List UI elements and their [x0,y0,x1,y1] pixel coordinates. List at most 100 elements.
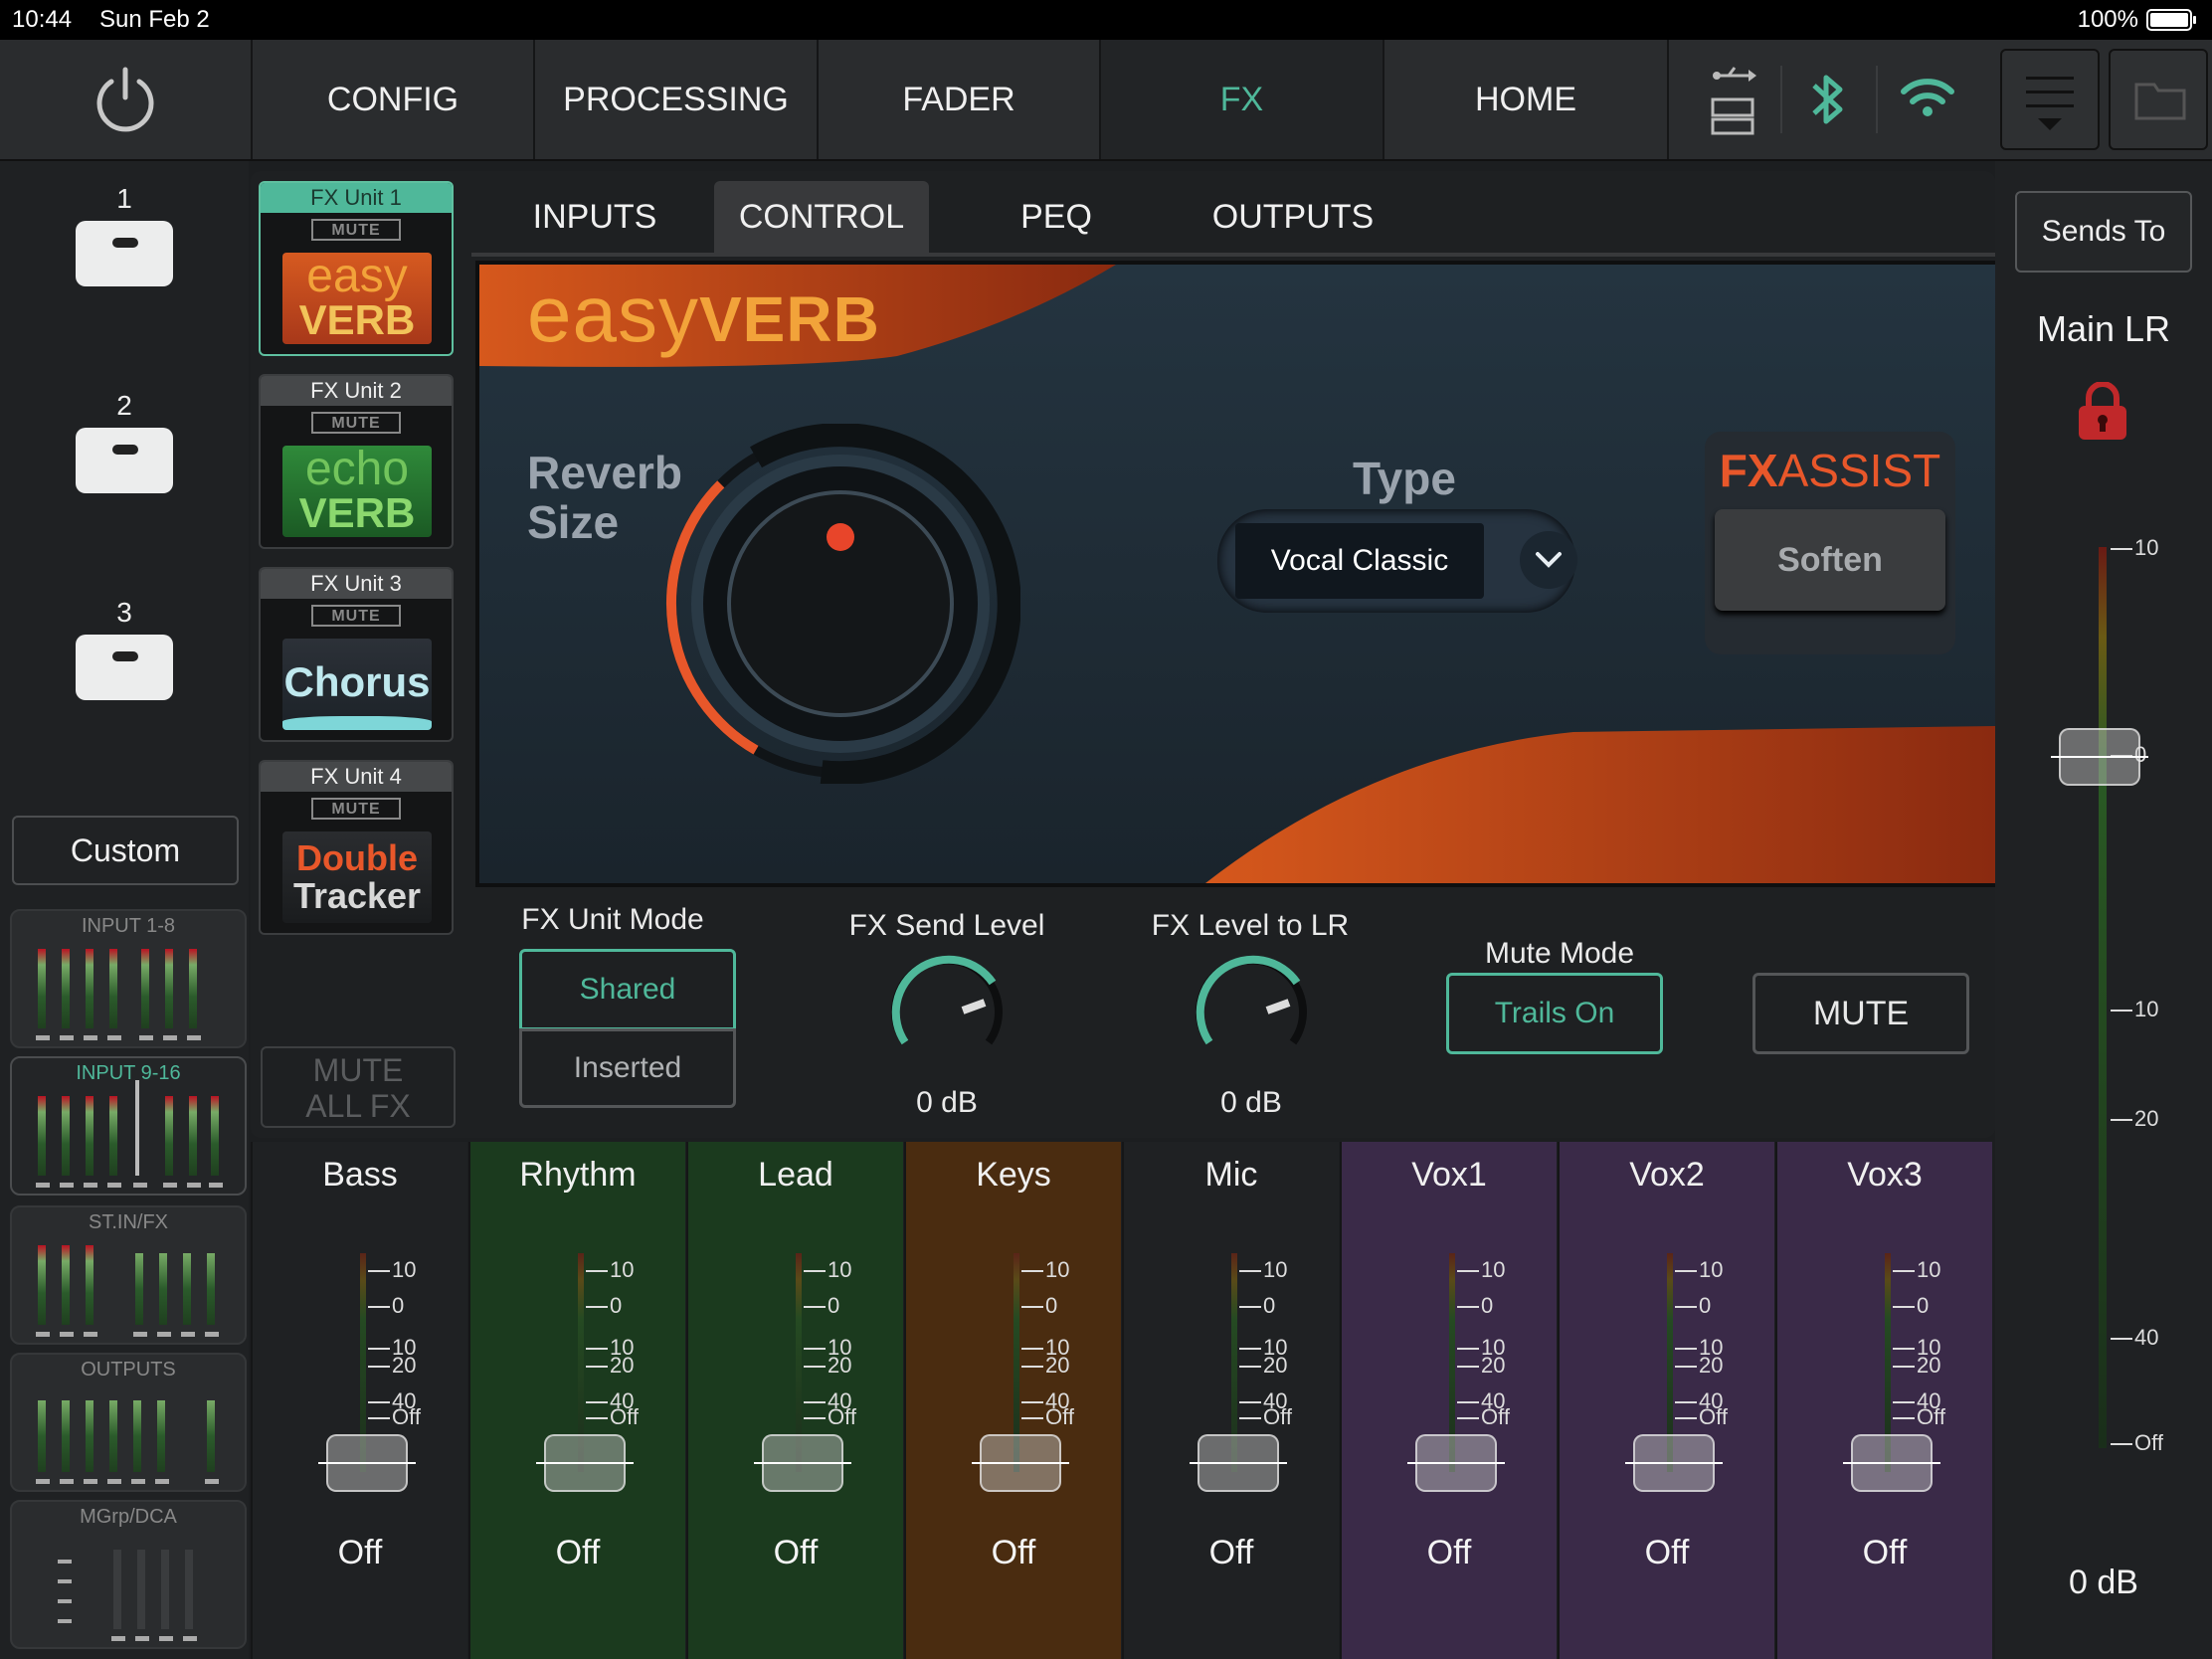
bank-marker [58,1599,72,1603]
channel-fader[interactable] [318,1434,416,1492]
fx-level-to-lr-value: 0 dB [1220,1086,1282,1119]
fx-unit-mute[interactable]: MUTE [311,605,401,627]
plugin-brand: easyVERB [527,269,880,360]
left-column: 1 2 3 Custom INPUT 1-8 INPUT 9-16 ST.IN/… [0,161,249,1659]
menu-button[interactable] [1997,40,2103,159]
subtab-outputs[interactable]: OUTPUTS [1194,181,1392,253]
main-scale-tick: 20 [2111,1106,2158,1132]
channel-scale-tick: 20 [1457,1353,1505,1379]
mode-shared-button[interactable]: Shared [519,949,736,1030]
channel-name: Vox1 [1411,1156,1487,1194]
fx-level-to-lr-knob[interactable] [1182,947,1321,1066]
bank-meter [84,1400,97,1484]
channel-scale-tick: 0 [804,1293,839,1319]
tab-fx[interactable]: FX [1099,40,1382,159]
easyverb-plugin: easyVERB Reverb Size Type Vocal Classic … [475,261,1999,887]
channel-fader-value: Off [1208,1534,1254,1571]
subtab-peq[interactable]: PEQ [987,181,1126,253]
channel-fader-value: Off [1862,1534,1908,1571]
mode-inserted-button[interactable]: Inserted [519,1028,736,1108]
channel-fader-value: Off [773,1534,819,1571]
channel-fader[interactable] [1407,1434,1505,1492]
menu-icon [2000,49,2100,150]
scene-button-3[interactable] [76,635,173,700]
bank-input-9-16[interactable]: INPUT 9-16 [10,1056,247,1196]
bank-meter [159,1550,173,1641]
bank-outputs[interactable]: OUTPUTS [10,1353,247,1492]
fx-unit-1[interactable]: FX Unit 1 MUTE easy VERB [259,181,454,356]
channel-strip[interactable]: Lead 10 0 10 20 40 Off Off [686,1142,903,1659]
soften-button[interactable]: Soften [1715,509,1945,611]
main-fader[interactable] [2051,728,2148,786]
fx-unit-3[interactable]: FX Unit 3 MUTE Chorus [259,567,454,742]
status-time: 10:44 [12,6,73,33]
channel-fader[interactable] [1190,1434,1287,1492]
bank-marker [58,1619,72,1623]
sends-to-button[interactable]: Sends To [2015,191,2192,273]
subtab-control[interactable]: CONTROL [714,181,929,253]
bank-input-1-8[interactable]: INPUT 1-8 [10,909,247,1048]
channel-fader[interactable] [536,1434,634,1492]
tab-processing[interactable]: PROCESSING [533,40,817,159]
logo-line-b: VERB [298,296,416,343]
fxassist-title-b: ASSIST [1777,445,1941,496]
logo-line-b: VERB [298,489,416,536]
channel-fader[interactable] [972,1434,1069,1492]
channel-scale-tick: 0 [368,1293,404,1319]
mute-all-fx-button[interactable]: MUTE ALL FX [261,1046,456,1128]
bank-meter [187,949,201,1040]
channel-strip[interactable]: Vox3 10 0 10 20 40 Off Off [1775,1142,1992,1659]
channel-scale-tick: 20 [1239,1353,1287,1379]
fx-send-level-label: FX Send Level [848,909,1045,942]
fx-unit-2[interactable]: FX Unit 2 MUTE echo VERB [259,374,454,549]
folder-button[interactable] [2105,40,2212,159]
channel-fader-value: Off [555,1534,601,1571]
bank-meter [107,1096,121,1188]
fx-unit-4[interactable]: FX Unit 4 MUTE Double Tracker [259,760,454,935]
channel-strip[interactable]: Rhythm 10 0 10 20 40 Off Off [468,1142,685,1659]
custom-button[interactable]: Custom [12,816,239,885]
top-navigation: CONFIG PROCESSING FADER FX HOME [0,40,2212,161]
channel-strip[interactable]: Vox1 10 0 10 20 40 Off Off [1340,1142,1557,1659]
type-label: Type [1353,453,1456,504]
channel-strip[interactable]: Keys 10 0 10 20 40 Off Off [904,1142,1121,1659]
channel-strip[interactable]: Vox2 10 0 10 20 40 Off Off [1558,1142,1774,1659]
channel-scale-tick: 20 [586,1353,634,1379]
fx-unit-mute[interactable]: MUTE [311,219,401,241]
battery-indicator: 100% [2078,6,2196,34]
chevron-down-icon[interactable] [1520,531,1577,589]
bank-mgrp-dca[interactable]: MGrp/DCA [10,1500,247,1649]
scene-button-2[interactable] [76,428,173,493]
fx-send-level-knob[interactable] [877,947,1016,1066]
right-column: Sends To Main LR 10 0 10 20 40 Off 0 dB [1995,161,2212,1659]
channel-fader[interactable] [754,1434,851,1492]
fx-send-level-value: 0 dB [916,1086,978,1119]
bank-meter [181,1253,195,1337]
bank-st-in-fx[interactable]: ST.IN/FX [10,1205,247,1345]
subtab-underline [471,253,1995,257]
channel-strip[interactable]: Mic 10 0 10 20 40 Off Off [1122,1142,1339,1659]
tab-config[interactable]: CONFIG [251,40,533,159]
subtab-inputs[interactable]: INPUTS [517,181,672,253]
tab-home[interactable]: HOME [1382,40,1667,159]
plugin-brand-b: VERB [698,283,880,355]
channel-fader[interactable] [1625,1434,1723,1492]
channel-name: Lead [758,1156,833,1194]
power-button[interactable] [0,40,251,159]
mute-mode-button[interactable]: Trails On [1446,973,1663,1054]
mute-button[interactable]: MUTE [1752,973,1969,1054]
logo-line-a: Double [296,837,418,878]
scene-button-1[interactable] [76,221,173,286]
lock-icon[interactable] [2077,382,2128,442]
tab-fader[interactable]: FADER [817,40,1099,159]
main-meter-track [2099,547,2107,1448]
bank-meter [205,1253,219,1337]
reverb-size-knob[interactable] [660,424,1020,784]
channel-strip[interactable]: Bass 10 0 10 20 40 Off Off [251,1142,467,1659]
channel-scale-tick: 20 [1021,1353,1069,1379]
channel-fader[interactable] [1843,1434,1940,1492]
fx-unit-mute[interactable]: MUTE [311,798,401,820]
type-dropdown[interactable]: Vocal Classic [1235,523,1484,599]
bank-meter [36,1245,50,1337]
fx-unit-mute[interactable]: MUTE [311,412,401,434]
